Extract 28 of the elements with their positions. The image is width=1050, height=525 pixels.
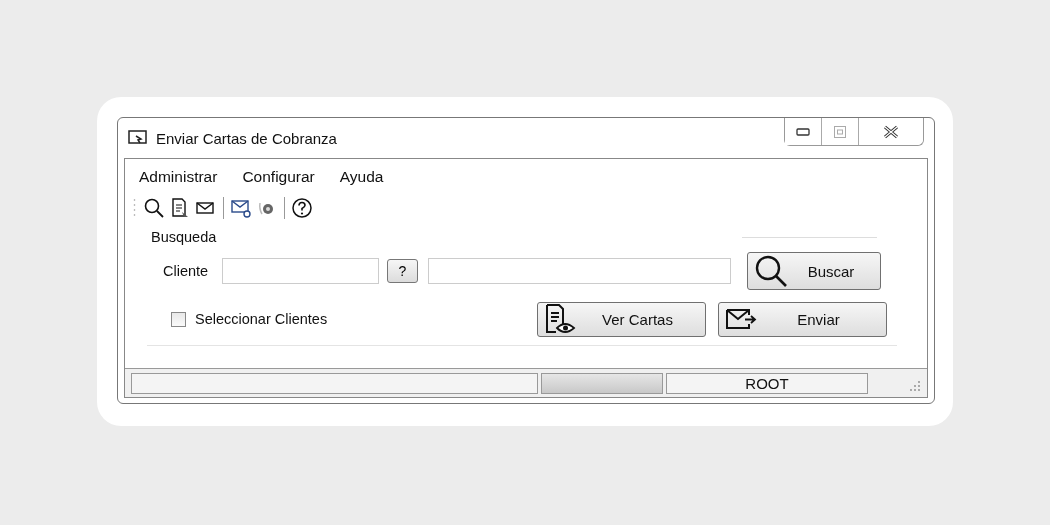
client-name-field[interactable]	[428, 258, 731, 284]
maximize-icon	[834, 125, 846, 138]
group-title: Busqueda	[151, 229, 217, 245]
view-letters-button[interactable]: Ver Cartas	[537, 301, 706, 337]
menu-item[interactable]: Configurar	[242, 168, 315, 186]
toolbar-grip-icon	[133, 197, 136, 219]
menu-item[interactable]: Ayuda	[339, 168, 384, 186]
client-label: Cliente	[163, 263, 210, 279]
checkbox[interactable]	[171, 311, 186, 327]
resize-grip-icon	[909, 380, 921, 392]
search-button[interactable]: Buscar	[747, 252, 881, 290]
close-icon	[883, 124, 899, 139]
minimize-button[interactable]	[785, 118, 822, 145]
envelope-gear-icon[interactable]	[230, 197, 252, 219]
window-title: Enviar Cartas de Cobranza	[156, 129, 337, 147]
app-icon	[128, 130, 148, 146]
search-icon[interactable]	[143, 197, 165, 219]
user-status: ROOT	[666, 372, 868, 394]
envelope-arrow-icon	[725, 307, 757, 331]
document-eye-icon	[544, 303, 576, 335]
lookup-button[interactable]: ?	[387, 259, 418, 283]
help-icon[interactable]	[291, 197, 313, 219]
client-code-field[interactable]	[222, 258, 379, 284]
menu-item[interactable]: Administrar	[139, 168, 218, 186]
send-button[interactable]: Enviar	[718, 301, 887, 337]
minimize-icon	[796, 127, 810, 136]
search-icon	[754, 254, 788, 288]
checkbox-label: Seleccionar Clientes	[195, 311, 328, 327]
